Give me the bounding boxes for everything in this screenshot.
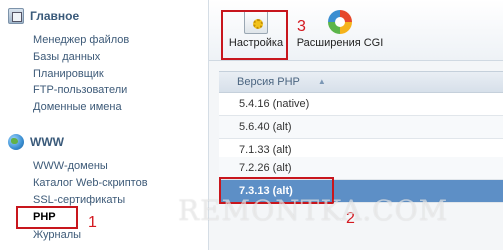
highlight-box-php	[16, 206, 78, 229]
cgi-extensions-icon	[328, 10, 352, 34]
sidebar-item-web-scripts[interactable]: Каталог Web-скриптов	[33, 176, 148, 191]
cgi-extensions-button[interactable]: Расширения CGI	[295, 10, 385, 49]
sidebar-item-databases[interactable]: Базы данных	[33, 50, 100, 65]
highlight-box-settings	[221, 10, 288, 60]
annotation-step-2: 2	[346, 210, 355, 227]
cgi-extensions-button-label: Расширения CGI	[296, 37, 384, 49]
php-version-cell: 7.2.26 (alt)	[239, 162, 292, 174]
section-www-title: WWW	[30, 135, 64, 149]
highlight-box-php-version	[219, 177, 334, 204]
table-header[interactable]: Версия PHP ▲	[219, 71, 503, 93]
sidebar-item-ftp-users[interactable]: FTP-пользователи	[33, 83, 127, 98]
section-main[interactable]: Главное	[8, 7, 79, 25]
section-www[interactable]: WWW	[8, 133, 64, 151]
sidebar-item-domain-names[interactable]: Доменные имена	[33, 100, 122, 115]
sidebar: Главное Менеджер файлов Базы данных План…	[0, 0, 190, 250]
php-version-cell: 5.6.40 (alt)	[239, 121, 292, 133]
sidebar-item-www-domains[interactable]: WWW-домены	[33, 159, 108, 174]
section-main-title: Главное	[30, 9, 80, 23]
php-version-cell: 7.1.33 (alt)	[239, 144, 292, 156]
php-version-cell: 5.4.16 (native)	[239, 98, 310, 110]
table-row[interactable]: 5.6.40 (alt)	[219, 116, 503, 139]
column-header-php-version[interactable]: Версия PHP	[237, 76, 300, 88]
sidebar-item-file-manager[interactable]: Менеджер файлов	[33, 33, 129, 48]
table-row[interactable]: 5.4.16 (native)	[219, 93, 503, 116]
globe-icon	[8, 134, 24, 150]
sidebar-item-scheduler[interactable]: Планировщик	[33, 67, 104, 82]
annotation-step-3: 3	[297, 18, 306, 35]
home-icon	[8, 8, 24, 24]
sort-ascending-icon[interactable]: ▲	[318, 77, 326, 86]
sidebar-item-logs[interactable]: Журналы	[33, 228, 81, 243]
annotation-step-1: 1	[88, 214, 97, 231]
